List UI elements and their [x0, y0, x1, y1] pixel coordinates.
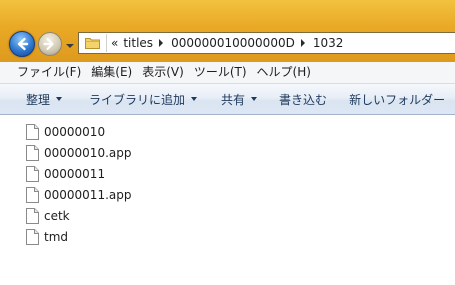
organize-button[interactable]: 整理 [20, 88, 68, 110]
chevron-down-icon [251, 97, 258, 101]
address-separator [106, 34, 107, 52]
breadcrumb-arrow-icon[interactable] [159, 39, 164, 47]
back-arrow-icon [17, 37, 29, 51]
menu-edit[interactable]: 編集(E) [87, 62, 136, 83]
list-item[interactable]: 00000010.app [26, 142, 131, 163]
file-name: 00000011 [44, 166, 106, 181]
forward-button[interactable] [38, 32, 62, 56]
recent-pages-button[interactable] [65, 39, 75, 48]
generic-file-icon [26, 123, 39, 140]
generic-file-icon [26, 186, 39, 203]
list-item[interactable]: 00000011.app [26, 184, 131, 205]
burn-button[interactable]: 書き込む [273, 88, 333, 110]
breadcrumb-overflow-button[interactable]: « [111, 36, 118, 50]
new-folder-button[interactable]: 新しいフォルダー [343, 88, 451, 110]
breadcrumb: « titles 000000010000000D 1032 [109, 36, 346, 50]
file-name: tmd [44, 229, 69, 244]
file-name: 00000010.app [44, 145, 132, 160]
breadcrumb-item-titles[interactable]: titles [123, 36, 153, 50]
generic-file-icon [26, 207, 39, 224]
generic-file-icon [26, 165, 39, 182]
menu-tools[interactable]: ツール(T) [190, 62, 251, 83]
file-name: 00000010 [44, 124, 106, 139]
organize-label: 整理 [26, 92, 51, 107]
chevron-down-icon [191, 97, 198, 101]
file-name: cetk [44, 208, 70, 223]
breadcrumb-arrow-icon[interactable] [300, 39, 305, 47]
chevron-down-icon [56, 97, 63, 101]
list-item[interactable]: 00000010 [26, 121, 131, 142]
menu-bar: ファイル(F) 編集(E) 表示(V) ツール(T) ヘルプ(H) [0, 62, 455, 84]
share-label: 共有 [221, 92, 246, 107]
chevron-down-icon [66, 44, 74, 48]
add-to-library-button[interactable]: ライブラリに追加 [83, 88, 203, 110]
list-item[interactable]: 00000011 [26, 163, 131, 184]
generic-file-icon [26, 144, 39, 161]
generic-file-icon [26, 228, 39, 245]
file-name: 00000011.app [44, 187, 132, 202]
share-button[interactable]: 共有 [215, 88, 263, 110]
forward-arrow-icon [43, 37, 54, 51]
navigation-buttons [9, 31, 77, 57]
back-button[interactable] [9, 31, 35, 57]
add-to-library-label: ライブラリに追加 [89, 92, 186, 107]
list-item[interactable]: cetk [26, 205, 131, 226]
menu-view[interactable]: 表示(V) [138, 62, 188, 83]
list-item[interactable]: tmd [26, 226, 131, 247]
menu-help[interactable]: ヘルプ(H) [253, 62, 315, 83]
window-titlebar: « titles 000000010000000D 1032 [0, 0, 455, 62]
file-list-pane: 00000010 00000010.app 00000011 00000011.… [0, 115, 455, 285]
menu-file[interactable]: ファイル(F) [13, 62, 85, 83]
command-bar: 整理 ライブラリに追加 共有 書き込む 新しいフォルダー [0, 84, 455, 115]
new-folder-label: 新しいフォルダー [349, 92, 446, 107]
breadcrumb-item-title-id[interactable]: 000000010000000D [171, 36, 295, 50]
file-list: 00000010 00000010.app 00000011 00000011.… [26, 121, 131, 247]
folder-icon [85, 37, 100, 49]
address-bar[interactable]: « titles 000000010000000D 1032 [78, 32, 455, 54]
burn-label: 書き込む [279, 92, 328, 107]
breadcrumb-item-1032[interactable]: 1032 [313, 36, 344, 50]
